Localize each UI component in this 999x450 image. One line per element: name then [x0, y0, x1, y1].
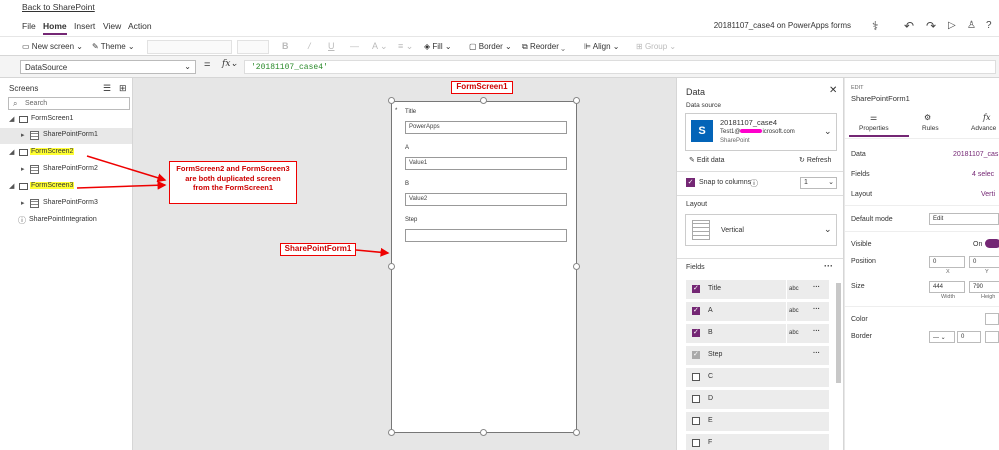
snap-label: Snap to columns: [699, 179, 752, 186]
visible-toggle[interactable]: [985, 239, 999, 248]
field-row-title[interactable]: ✓ Title abc ···: [686, 280, 829, 299]
snap-checkbox[interactable]: ✓: [686, 178, 695, 187]
refresh-button[interactable]: ↻ Refresh: [799, 156, 831, 164]
divider: [845, 231, 999, 232]
border-width-input[interactable]: 0: [957, 331, 981, 343]
field-row-f[interactable]: F: [686, 434, 829, 450]
border-style-select[interactable]: — ⌄: [929, 331, 955, 343]
edit-label: EDIT: [851, 85, 864, 91]
layout-select[interactable]: Vertical ⌄: [685, 214, 837, 246]
refresh-icon: ↻: [799, 157, 805, 164]
field-type-select[interactable]: abc: [786, 324, 806, 343]
fields-label: Fields: [686, 264, 705, 271]
divider: [677, 171, 843, 172]
field-type-select[interactable]: abc: [786, 302, 806, 321]
data-panel: Data ✕ Data source S 20181107_case4 Test…: [676, 78, 844, 450]
chevron-down-icon: ⌄: [828, 179, 834, 186]
rules-tab-icon: ⚙: [924, 113, 932, 122]
arrow-to-form: [355, 247, 390, 257]
field-checkbox[interactable]: ✓: [692, 329, 700, 337]
field-checkbox[interactable]: [692, 395, 700, 403]
divider: [845, 306, 999, 307]
field-row-e[interactable]: E: [686, 412, 829, 431]
layout-vertical-icon: [692, 220, 710, 240]
close-icon[interactable]: ✕: [829, 85, 837, 96]
function-icon: fx: [983, 113, 991, 122]
arrow-to-formscreen3: [76, 180, 167, 190]
field-row-c[interactable]: C: [686, 368, 829, 387]
control-name: SharePointForm1: [851, 94, 910, 103]
data-source-card[interactable]: S 20181107_case4 Test1@ icrosoft.com Shar…: [685, 113, 837, 151]
columns-select[interactable]: 1 ⌄: [800, 177, 837, 189]
properties-tab-icon: ⚌: [870, 113, 878, 122]
field-checkbox[interactable]: ✓: [692, 285, 700, 293]
layout-label: Layout: [686, 201, 708, 208]
tab-rules[interactable]: Rules: [922, 125, 939, 132]
data-source-label: Data source: [686, 102, 722, 109]
field-row-step[interactable]: ✓ Step ···: [686, 346, 829, 365]
more-icon[interactable]: ···: [824, 261, 833, 271]
sharepoint-icon: S: [691, 120, 713, 142]
field-checkbox[interactable]: ✓: [692, 351, 700, 359]
field-row-a[interactable]: ✓ A abc ···: [686, 302, 829, 321]
fields-value[interactable]: 4 selec: [972, 171, 994, 178]
field-checkbox[interactable]: ✓: [692, 307, 700, 315]
height-input[interactable]: 790: [969, 281, 999, 293]
field-type-select[interactable]: abc: [786, 280, 806, 299]
default-mode-select[interactable]: Edit: [929, 213, 999, 225]
tab-advanced[interactable]: Advance: [971, 125, 996, 132]
active-tab-indicator: [849, 135, 909, 137]
field-row-d[interactable]: D: [686, 390, 829, 409]
divider: [845, 138, 999, 139]
data-panel-title: Data: [686, 87, 706, 97]
more-icon[interactable]: ···: [813, 284, 820, 291]
field-checkbox[interactable]: [692, 373, 700, 381]
chevron-down-icon: ⌄: [824, 224, 832, 234]
tab-properties[interactable]: Properties: [859, 125, 889, 132]
border-color-picker[interactable]: [985, 331, 999, 343]
properties-panel: EDIT SharePointForm1 ⚌ Properties ⚙ Rule…: [845, 78, 999, 450]
more-icon[interactable]: ···: [813, 328, 820, 335]
color-picker[interactable]: [985, 313, 999, 325]
layout-value[interactable]: Verti: [981, 191, 995, 198]
data-value[interactable]: 20181107_cas: [953, 151, 998, 158]
position-y-input[interactable]: 0: [969, 256, 999, 268]
field-row-b[interactable]: ✓ B abc ···: [686, 324, 829, 343]
field-checkbox[interactable]: [692, 417, 700, 425]
redaction-mark: [740, 129, 763, 134]
width-input[interactable]: 444: [929, 281, 965, 293]
divider: [845, 205, 999, 206]
edit-data-button[interactable]: ✎ Edit data: [689, 156, 724, 164]
chevron-down-icon[interactable]: ⌄: [824, 126, 832, 137]
more-icon[interactable]: ···: [813, 350, 820, 357]
pencil-icon: ✎: [689, 157, 695, 164]
field-checkbox[interactable]: [692, 439, 700, 447]
more-icon[interactable]: ···: [813, 306, 820, 313]
arrow-to-formscreen2: [86, 155, 167, 183]
position-x-input[interactable]: 0: [929, 256, 965, 268]
scrollbar[interactable]: [836, 283, 841, 383]
info-icon[interactable]: ⓘ: [750, 178, 758, 189]
divider: [677, 258, 843, 259]
divider: [677, 195, 843, 196]
